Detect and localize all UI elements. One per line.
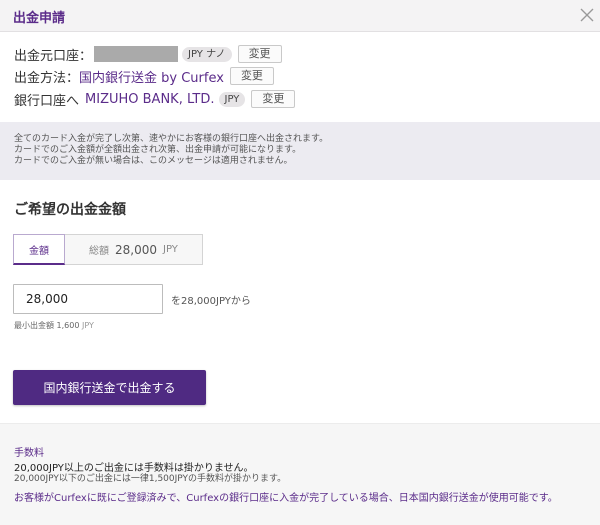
change-method-button[interactable]: 変更 — [229, 67, 274, 85]
minimum-amount-note: 最小出金額 1,600 JPY — [14, 320, 94, 331]
fee-info: 手数料 20,000JPY以上のご出金には手数料は掛かりません。 20,000J… — [0, 423, 600, 525]
amount-tabs: 金額 総額 28,000 JPY — [13, 234, 203, 265]
tab-total-unit: JPY — [163, 244, 178, 255]
change-bank-account-button[interactable]: 変更 — [251, 90, 296, 108]
masked-account-number — [94, 46, 179, 62]
close-icon[interactable] — [580, 8, 594, 22]
tab-amount-label: 金額 — [29, 245, 49, 257]
submit-withdrawal-button[interactable]: 国内銀行送金で出金する — [13, 370, 206, 405]
bank-currency-badge: JPY — [218, 91, 246, 107]
dialog-title: 出金申請 — [13, 11, 66, 26]
min-amount-value: 1,600 — [56, 321, 80, 330]
notice-line: 全てのカード入金が完了し次第、速やかにお客様の銀行口座へ出金されます。 — [14, 134, 329, 144]
amount-section-title: ご希望の出金金額 — [14, 202, 126, 218]
source-account-row: 出金元口座： JPY ナノ 変更 — [14, 44, 282, 64]
tab-total-label: 総額 — [89, 246, 109, 257]
notice-line: カードでのご入金が無い場合は、このメッセージは適用されません。 — [14, 156, 293, 166]
method-value: 国内銀行送金 by Curfex — [79, 70, 224, 86]
source-account-label: 出金元口座： — [14, 48, 93, 64]
min-amount-unit: JPY — [82, 321, 94, 330]
amount-input[interactable] — [13, 284, 163, 314]
tab-amount[interactable]: 金額 — [13, 234, 65, 265]
bank-name: MIZUHO BANK, LTD. — [85, 91, 215, 107]
bank-account-row: 銀行口座へ MIZUHO BANK, LTD. JPY 変更 — [14, 89, 296, 109]
domestic-transfer-note: お客様がCurfexに既にご登録済みで、Curfexの銀行口座に入金が完了してい… — [14, 493, 558, 504]
notice-line: カードでのご入金額が全額出金され次第、出金申請が可能になります。 — [14, 145, 302, 155]
withdrawal-info: 出金元口座： JPY ナノ 変更 出金方法： 国内銀行送金 by Curfex … — [0, 33, 600, 122]
card-deposit-notice: 全てのカード入金が完了し次第、速やかにお客様の銀行口座へ出金されます。 カードで… — [0, 122, 600, 180]
fee-title: 手数料 — [14, 448, 44, 459]
method-label: 出金方法： — [14, 70, 80, 86]
min-amount-label: 最小出金額 — [14, 321, 54, 330]
currency-badge: JPY ナノ — [182, 46, 232, 62]
amount-from-note: を28,000JPYから — [171, 296, 251, 307]
dialog-header: 出金申請 — [0, 0, 600, 32]
tab-total-value: 28,000 — [115, 242, 157, 257]
bank-account-label: 銀行口座へ — [14, 93, 80, 109]
method-row: 出金方法： 国内銀行送金 by Curfex 変更 — [14, 66, 274, 86]
fee-line-charge: 20,000JPY以下のご出金には一律1,500JPYの手数料が掛かります。 — [14, 474, 287, 484]
tab-total[interactable]: 総額 28,000 JPY — [65, 234, 203, 265]
change-source-account-button[interactable]: 変更 — [237, 45, 282, 63]
